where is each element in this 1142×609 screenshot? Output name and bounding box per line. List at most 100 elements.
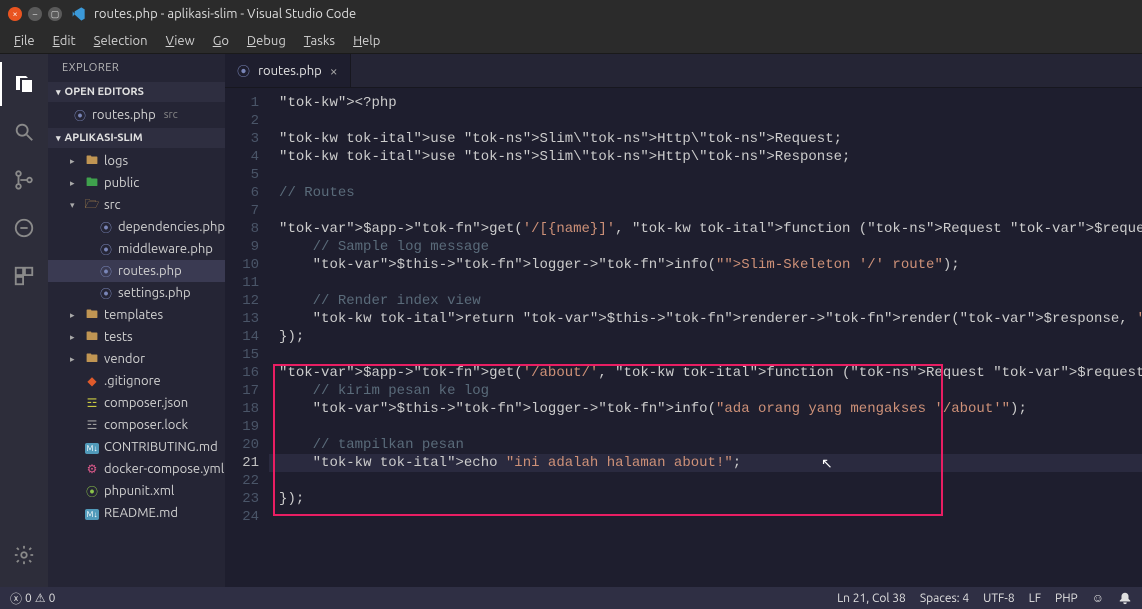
tree-item-label: phpunit.xml xyxy=(104,484,174,498)
code-line[interactable] xyxy=(269,274,1142,292)
tree-item-settings-php[interactable]: ⦿settings.php xyxy=(48,282,225,304)
twisty-icon: ▸ xyxy=(70,354,80,365)
open-editors-header[interactable]: ▾ OPEN EDITORS xyxy=(48,82,225,102)
menu-tasks[interactable]: Tasks xyxy=(296,32,343,50)
code-line[interactable] xyxy=(269,112,1142,130)
activity-source-control[interactable] xyxy=(0,158,48,202)
activity-search[interactable] xyxy=(0,110,48,154)
code-line[interactable]: // kirim pesan ke log xyxy=(269,382,1142,400)
status-line-col[interactable]: Ln 21, Col 38 xyxy=(837,592,906,605)
menu-edit[interactable]: Edit xyxy=(45,32,84,50)
tab-routes-php[interactable]: ⦿ routes.php × xyxy=(225,54,351,87)
twisty-icon: ▸ xyxy=(70,178,80,189)
file-icon: ◆ xyxy=(84,374,100,388)
code-line[interactable]: "tok-kw tok-ital">use "tok-ns">Slim\"tok… xyxy=(269,148,1142,166)
code-line[interactable]: }); xyxy=(269,490,1142,508)
menu-file[interactable]: File xyxy=(6,32,43,50)
file-icon: 🗁 xyxy=(84,195,100,216)
tree-item-docker-compose-yml[interactable]: ⚙docker-compose.yml xyxy=(48,458,225,480)
tree-item--gitignore[interactable]: ◆.gitignore xyxy=(48,370,225,392)
tree-item-logs[interactable]: ▸🖿logs xyxy=(48,150,225,172)
tree-item-middleware-php[interactable]: ⦿middleware.php xyxy=(48,238,225,260)
status-encoding[interactable]: UTF-8 xyxy=(983,592,1014,605)
tree-item-phpunit-xml[interactable]: ⦿phpunit.xml xyxy=(48,480,225,502)
tree-item-public[interactable]: ▸🖿public xyxy=(48,172,225,194)
tree-item-composer-json[interactable]: ☲composer.json xyxy=(48,392,225,414)
activity-settings[interactable] xyxy=(0,533,48,577)
line-number: 17 xyxy=(225,382,259,400)
code-editor[interactable]: 123456789101112131415161718192021222324 … xyxy=(225,88,1142,587)
menu-help[interactable]: Help xyxy=(345,32,388,50)
status-bar: ⓧ0 ⚠0 Ln 21, Col 38 Spaces: 4 UTF-8 LF P… xyxy=(0,587,1142,609)
line-number: 4 xyxy=(225,148,259,166)
file-tree: ▸🖿logs▸🖿public▾🗁src⦿dependencies.php⦿mid… xyxy=(48,148,225,526)
activity-debug[interactable] xyxy=(0,206,48,250)
close-window-button[interactable]: × xyxy=(8,7,22,21)
titlebar: × – ▢ routes.php - aplikasi-slim - Visua… xyxy=(0,0,1142,28)
activity-explorer[interactable] xyxy=(0,62,48,106)
code-line[interactable] xyxy=(269,508,1142,526)
file-icon: ☲ xyxy=(84,418,100,432)
tree-item-composer-lock[interactable]: ☲ composer.lock xyxy=(48,414,225,436)
code-line[interactable] xyxy=(269,346,1142,364)
menu-view[interactable]: View xyxy=(158,32,203,50)
status-eol[interactable]: LF xyxy=(1029,592,1041,605)
code-line[interactable]: "tok-kw tok-ital">use "tok-ns">Slim\"tok… xyxy=(269,130,1142,148)
line-number: 3 xyxy=(225,130,259,148)
code-line[interactable]: "tok-var">$app->"tok-fn">get('/about/', … xyxy=(269,364,1142,382)
line-number: 15 xyxy=(225,346,259,364)
vscode-logo-icon xyxy=(70,6,86,22)
tree-item-label: routes.php xyxy=(118,264,182,278)
line-number: 5 xyxy=(225,166,259,184)
status-language[interactable]: PHP xyxy=(1055,592,1078,605)
project-header[interactable]: ▾ APLIKASI-SLIM xyxy=(48,128,225,148)
status-spaces[interactable]: Spaces: 4 xyxy=(920,592,969,605)
chevron-down-icon: ▾ xyxy=(56,133,61,144)
tree-item-dependencies-php[interactable]: ⦿dependencies.php xyxy=(48,216,225,238)
menu-selection[interactable]: Selection xyxy=(86,32,156,50)
tree-item-label: middleware.php xyxy=(118,242,213,256)
menu-debug[interactable]: Debug xyxy=(239,32,294,50)
code-line[interactable] xyxy=(269,472,1142,490)
code-line[interactable]: // Routes xyxy=(269,184,1142,202)
code-line[interactable]: "tok-var">$app->"tok-fn">get('/[{name}]'… xyxy=(269,220,1142,238)
tree-item-label: vendor xyxy=(104,352,145,366)
tree-item-label: composer.json xyxy=(104,396,188,410)
code-line[interactable]: "tok-kw tok-ital">echo "ini adalah halam… xyxy=(269,454,1142,472)
menu-go[interactable]: Go xyxy=(205,32,237,50)
tree-item-routes-php[interactable]: ⦿routes.php xyxy=(48,260,225,282)
tree-item-label: composer.lock xyxy=(104,418,188,432)
close-tab-button[interactable]: × xyxy=(330,63,338,79)
status-notifications[interactable] xyxy=(1118,591,1132,605)
tree-item-src[interactable]: ▾🗁src xyxy=(48,194,225,216)
line-number: 20 xyxy=(225,436,259,454)
code-line[interactable]: "tok-var">$this->"tok-fn">logger->"tok-f… xyxy=(269,256,1142,274)
code-line[interactable] xyxy=(269,166,1142,184)
code-line[interactable]: }); xyxy=(269,328,1142,346)
code-content[interactable]: ↖ "tok-kw"><?php "tok-kw tok-ital">use "… xyxy=(269,88,1142,587)
code-line[interactable]: // Render index view xyxy=(269,292,1142,310)
minimize-window-button[interactable]: – xyxy=(28,7,42,21)
tree-item-label: docker-compose.yml xyxy=(104,462,224,476)
tree-item-readme-md[interactable]: M↓README.md xyxy=(48,502,225,524)
tree-item-label: tests xyxy=(104,330,133,344)
status-feedback[interactable]: ☺ xyxy=(1092,591,1104,605)
code-line[interactable]: // Sample log message xyxy=(269,238,1142,256)
tree-item-contributing-md[interactable]: M↓CONTRIBUTING.md xyxy=(48,436,225,458)
tree-item-templates[interactable]: ▸🖿templates xyxy=(48,304,225,326)
status-errors[interactable]: ⓧ0 ⚠0 xyxy=(10,590,55,607)
sidebar-explorer: EXPLORER ▾ OPEN EDITORS ⦿ routes.php src… xyxy=(48,54,225,587)
activity-extensions[interactable] xyxy=(0,254,48,298)
tree-item-vendor[interactable]: ▸🖿vendor xyxy=(48,348,225,370)
code-line[interactable]: "tok-var">$this->"tok-fn">logger->"tok-f… xyxy=(269,400,1142,418)
open-editor-item[interactable]: ⦿ routes.php src xyxy=(48,104,225,126)
code-line[interactable] xyxy=(269,418,1142,436)
code-line[interactable]: "tok-kw"><?php xyxy=(269,94,1142,112)
tree-item-tests[interactable]: ▸🖿tests xyxy=(48,326,225,348)
code-line[interactable]: "tok-kw tok-ital">return "tok-var">$this… xyxy=(269,310,1142,328)
twisty-icon: ▸ xyxy=(70,156,80,167)
code-line[interactable] xyxy=(269,202,1142,220)
code-line[interactable]: // tampilkan pesan xyxy=(269,436,1142,454)
line-number: 24 xyxy=(225,508,259,526)
maximize-window-button[interactable]: ▢ xyxy=(48,7,62,21)
